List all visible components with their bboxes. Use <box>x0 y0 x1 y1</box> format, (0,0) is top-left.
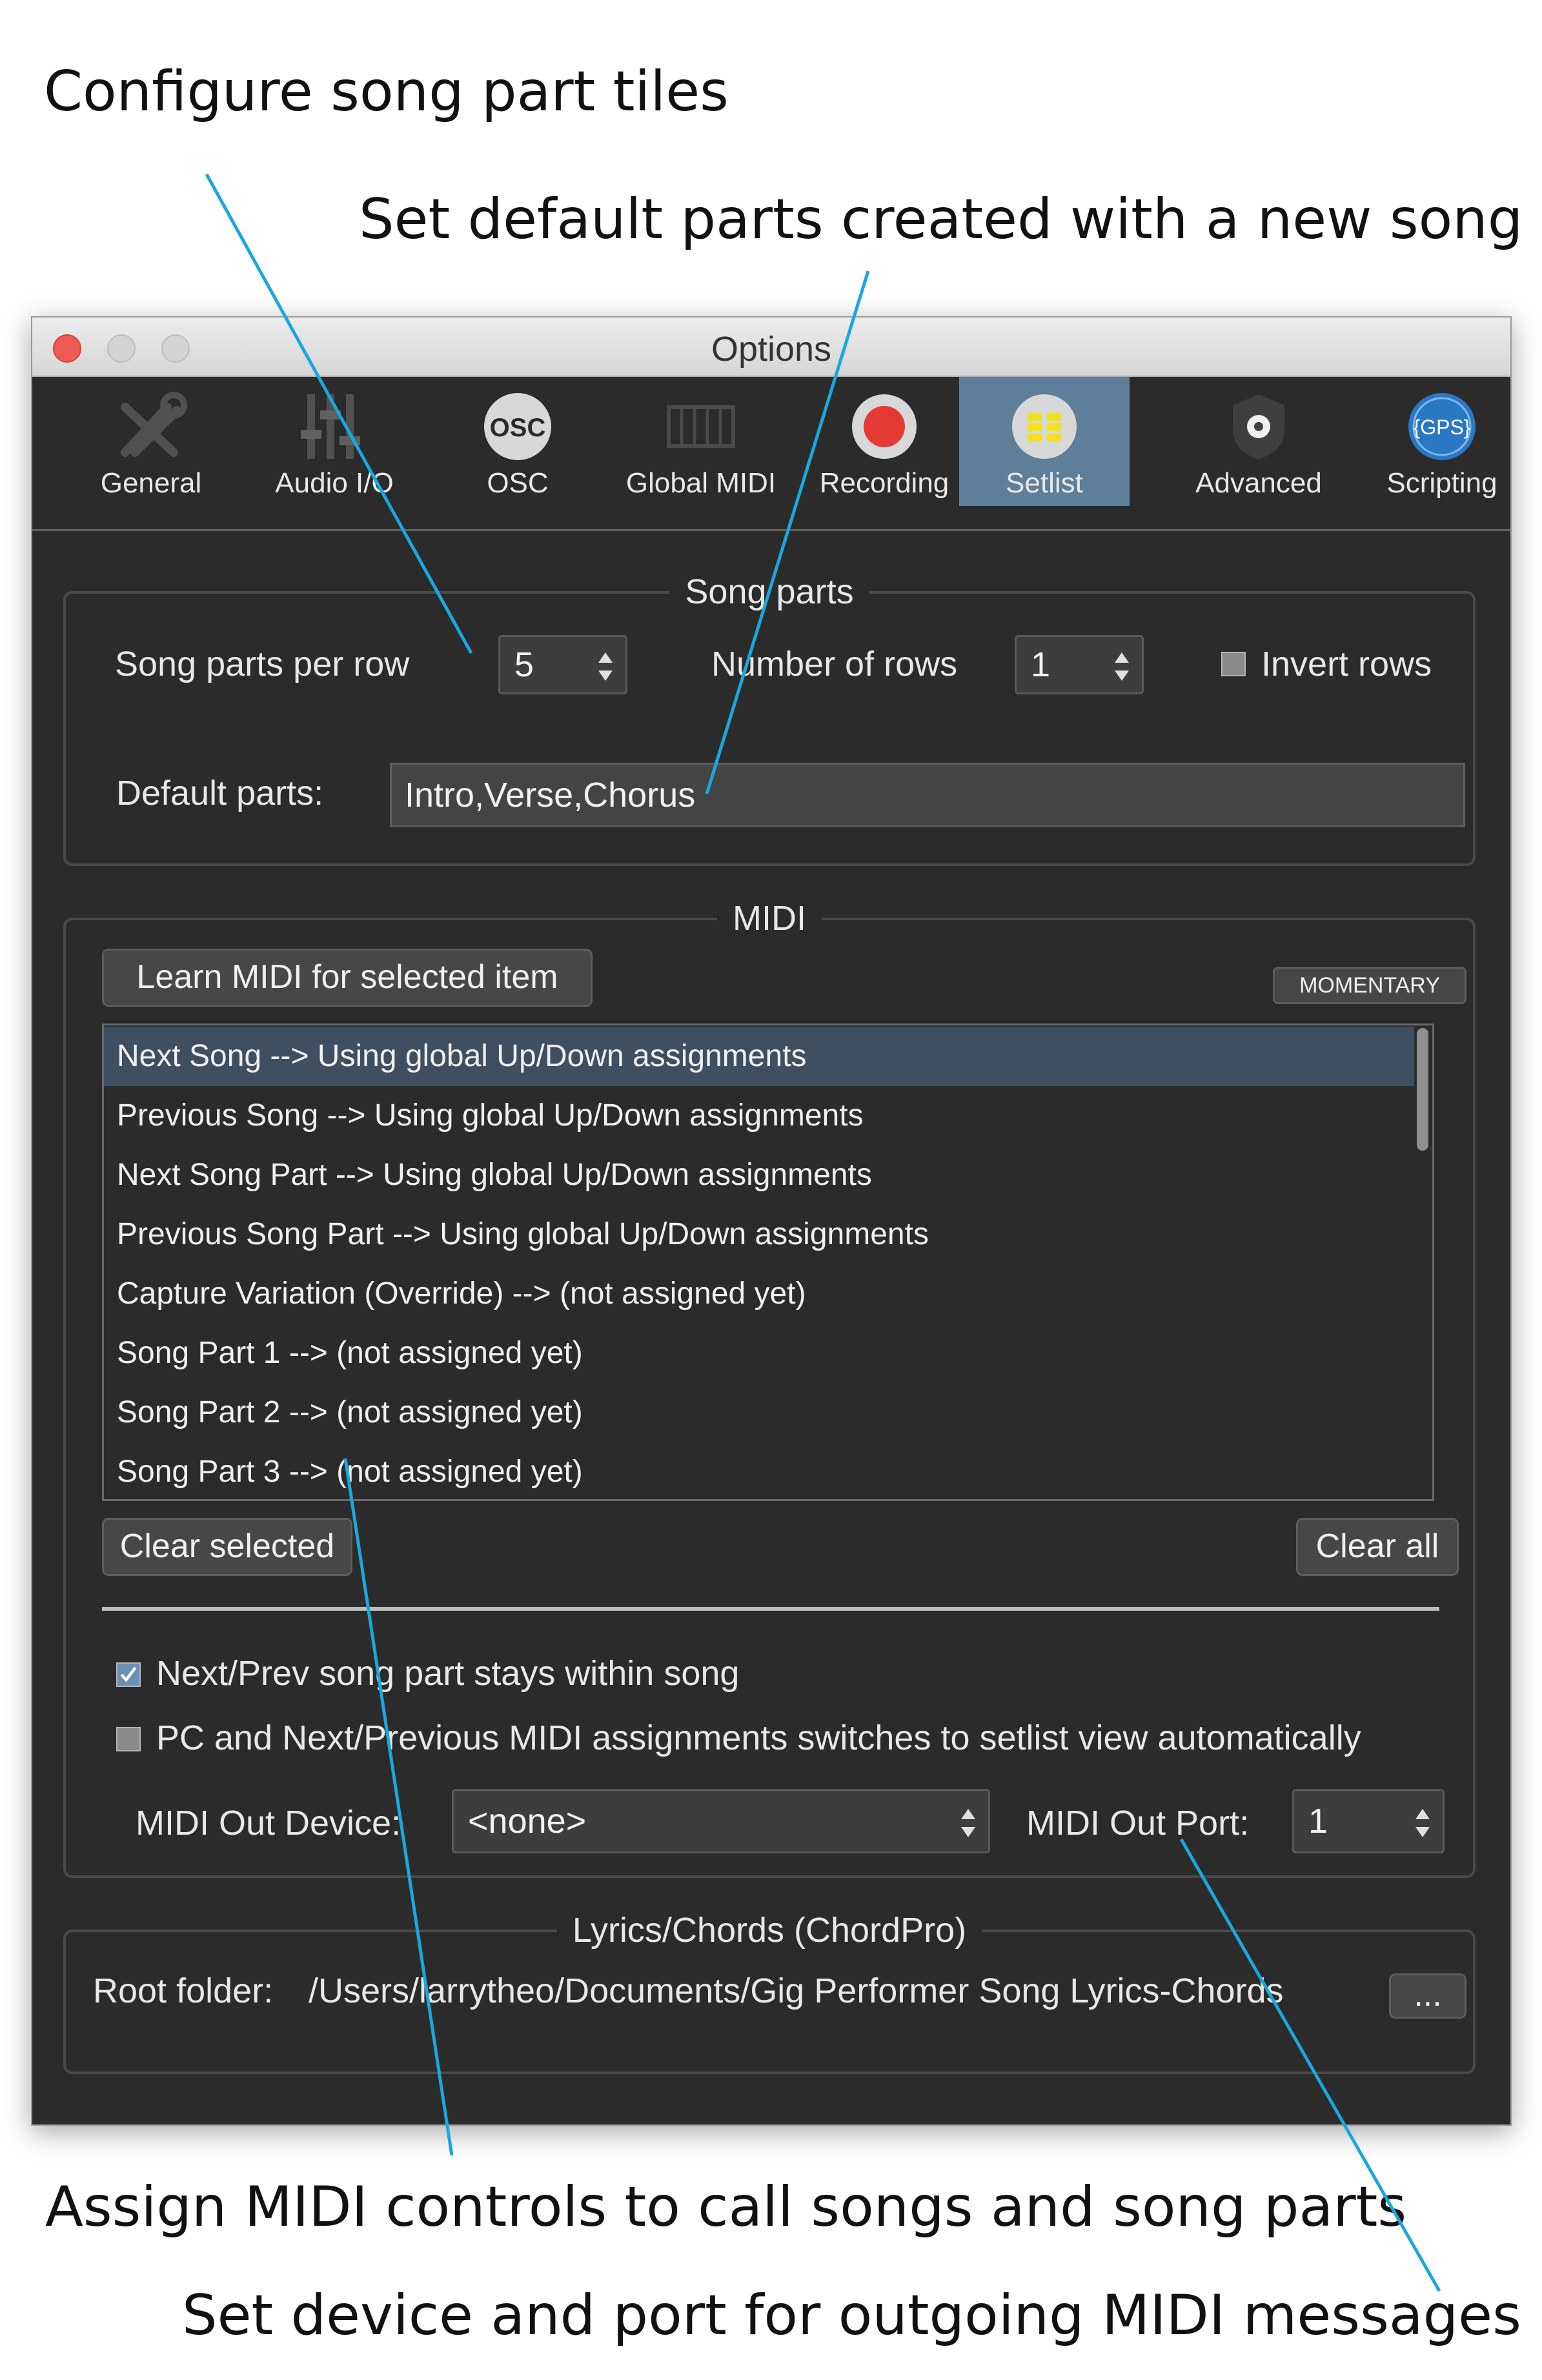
tab-setlist[interactable]: Setlist <box>959 377 1130 506</box>
stepper-value: 5 <box>514 645 534 684</box>
callout-default-parts: Set default parts created with a new son… <box>359 187 1523 252</box>
shield-gear-icon <box>1233 394 1284 459</box>
list-item[interactable]: Next Song Part --> Using global Up/Down … <box>104 1145 1414 1205</box>
default-parts-input[interactable]: Intro,Verse,Chorus <box>390 763 1465 827</box>
gps-script-icon: {GPS} <box>1408 393 1476 460</box>
osc-badge-icon: OSC <box>484 393 551 460</box>
midi-group: MIDI Learn MIDI for selected item MOMENT… <box>63 898 1476 1878</box>
callout-device-port: Set device and port for outgoing MIDI me… <box>182 2283 1521 2348</box>
midi-keyboard-icon <box>667 405 735 448</box>
learn-midi-button[interactable]: Learn MIDI for selected item <box>102 949 593 1007</box>
tab-audio-io[interactable]: Audio I/O <box>249 377 420 506</box>
midi-out-port-stepper[interactable]: 1 <box>1292 1789 1445 1853</box>
switch-to-setlist-label: PC and Next/Previous MIDI assignments sw… <box>156 1719 1361 1757</box>
lyrics-chords-group: Lyrics/Chords (ChordPro) Root folder: /U… <box>63 1910 1476 2074</box>
song-parts-group: Song parts Song parts per row 5 Number o… <box>63 572 1476 866</box>
tab-global-midi[interactable]: Global MIDI <box>616 377 786 506</box>
lyrics-title: Lyrics/Chords (ChordPro) <box>556 1910 982 1950</box>
song-parts-per-row-stepper[interactable]: 5 <box>498 635 627 694</box>
tab-scripting[interactable]: {GPS} Scripting <box>1357 377 1527 506</box>
switch-to-setlist-checkbox[interactable] <box>116 1727 141 1751</box>
list-item[interactable]: Previous Song --> Using global Up/Down a… <box>104 1086 1414 1145</box>
callout-assign-midi: Assign MIDI controls to call songs and s… <box>45 2175 1407 2239</box>
tab-label: Global MIDI <box>625 467 776 499</box>
midi-assignment-list[interactable]: Next Song --> Using global Up/Down assig… <box>102 1024 1434 1501</box>
list-scrollbar[interactable] <box>1417 1028 1428 1151</box>
options-window: Options General Audio I/O OSC OSC Global… <box>31 316 1512 2126</box>
midi-out-device-value: <none> <box>468 1802 587 1840</box>
stepper-arrows-icon[interactable] <box>1413 1805 1432 1841</box>
checkmark-icon <box>120 1666 137 1682</box>
record-icon <box>852 394 917 459</box>
tab-label: Recording <box>819 467 949 499</box>
tab-advanced[interactable]: Advanced <box>1173 377 1344 506</box>
invert-rows-label: Invert rows <box>1261 645 1432 683</box>
stay-within-song-checkbox[interactable] <box>116 1662 141 1687</box>
clear-all-button[interactable]: Clear all <box>1296 1518 1459 1576</box>
tab-label: Audio I/O <box>275 467 394 499</box>
midi-out-device-label: MIDI Out Device: <box>136 1804 401 1842</box>
clear-selected-button[interactable]: Clear selected <box>102 1518 352 1576</box>
default-parts-value: Intro,Verse,Chorus <box>405 776 696 814</box>
song-parts-per-row-label: Song parts per row <box>115 645 410 683</box>
midi-out-device-select[interactable]: <none> <box>452 1789 990 1853</box>
window-title: Options <box>711 330 832 368</box>
setlist-icon <box>1012 394 1077 459</box>
momentary-button[interactable]: MOMENTARY <box>1273 967 1466 1004</box>
midi-out-port-value: 1 <box>1308 1802 1328 1840</box>
browse-folder-button[interactable]: ... <box>1389 1973 1466 2019</box>
tab-label: Advanced <box>1195 467 1322 499</box>
list-item[interactable]: Song Part 3 --> (not assigned yet) <box>104 1442 1414 1499</box>
list-item[interactable]: Song Part 2 --> (not assigned yet) <box>104 1383 1414 1442</box>
default-parts-label: Default parts: <box>116 774 324 812</box>
options-toolbar: General Audio I/O OSC OSC Global MIDI Re… <box>32 377 1510 531</box>
gps-badge-text: {GPS} <box>1414 416 1471 439</box>
midi-title: MIDI <box>717 898 822 938</box>
song-parts-title: Song parts <box>669 572 869 612</box>
list-item[interactable]: Song Part 1 --> (not assigned yet) <box>104 1324 1414 1383</box>
tab-label: General <box>100 467 202 499</box>
number-of-rows-label: Number of rows <box>711 645 958 683</box>
root-folder-label: Root folder: <box>93 1972 274 2010</box>
tab-general[interactable]: General <box>66 377 236 506</box>
list-item[interactable]: Capture Variation (Override) --> (not as… <box>104 1264 1414 1324</box>
list-item[interactable]: Previous Song Part --> Using global Up/D… <box>104 1205 1414 1264</box>
stepper-arrows-icon[interactable] <box>1112 649 1131 685</box>
fader-sliders-icon <box>301 394 360 459</box>
stepper-arrows-icon[interactable] <box>596 649 615 685</box>
root-folder-path: /Users/larrytheo/Documents/Gig Performer… <box>309 1972 1284 2010</box>
stepper-value: 1 <box>1031 645 1051 684</box>
stay-within-song-label: Next/Prev song part stays within song <box>156 1654 740 1693</box>
wrench-screwdriver-icon <box>121 392 187 457</box>
titlebar: Options <box>32 318 1510 377</box>
tab-label: Setlist <box>1006 467 1083 499</box>
number-of-rows-stepper[interactable]: 1 <box>1015 635 1144 694</box>
tab-recording[interactable]: Recording <box>799 377 969 506</box>
osc-badge-text: OSC <box>490 414 546 442</box>
tab-label: Scripting <box>1386 467 1497 499</box>
midi-divider <box>102 1607 1439 1611</box>
invert-rows-checkbox[interactable] <box>1221 652 1246 676</box>
list-item[interactable]: Next Song --> Using global Up/Down assig… <box>104 1027 1414 1086</box>
tab-osc[interactable]: OSC OSC <box>432 377 603 506</box>
midi-out-port-label: MIDI Out Port: <box>1026 1804 1250 1842</box>
chevron-updown-icon <box>961 1809 975 1837</box>
callout-configure-tiles: Configure song part tiles <box>44 59 729 124</box>
tab-label: OSC <box>487 467 549 499</box>
